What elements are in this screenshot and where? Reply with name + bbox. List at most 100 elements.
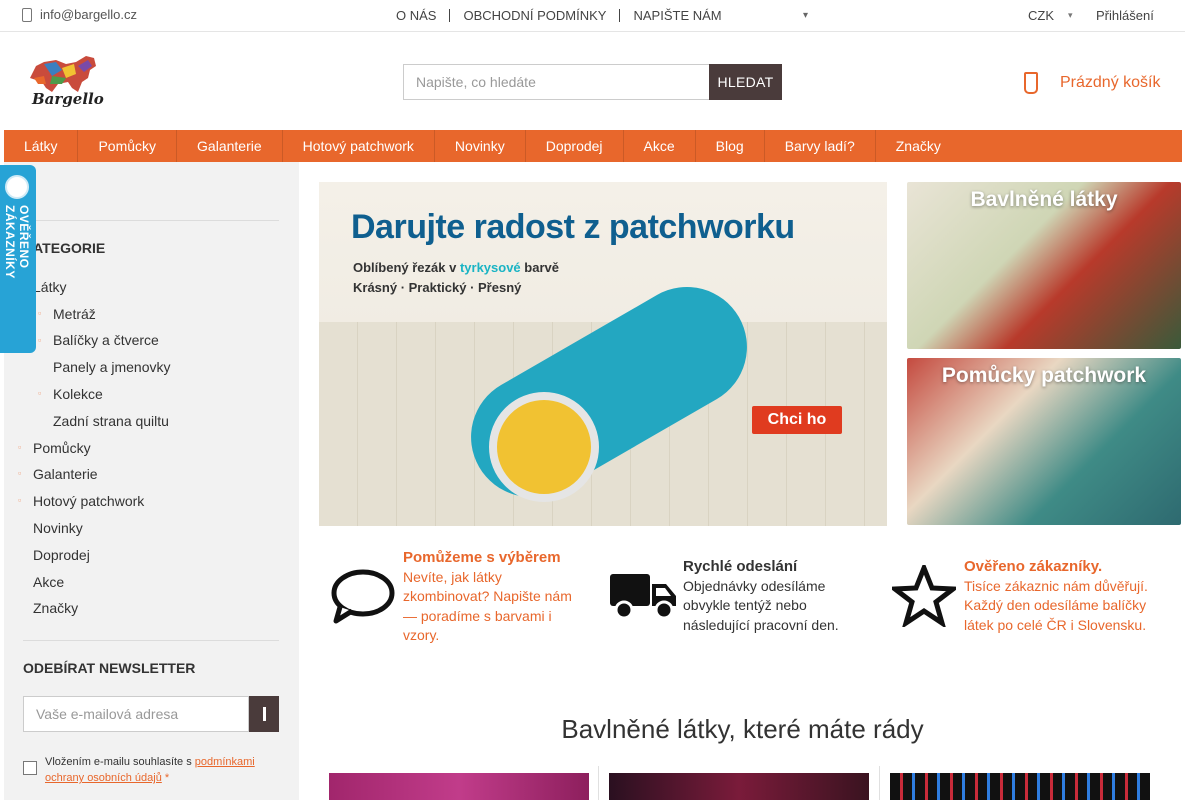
feature-title: Rychlé odeslání [683, 558, 798, 575]
category-label: Doprodej [33, 547, 90, 563]
bullet-icon: ▫ [18, 442, 22, 452]
hero-cta-button[interactable]: Chci ho [752, 406, 842, 434]
search-input[interactable] [403, 64, 709, 100]
newsletter-heading: ODEBÍRAT NEWSLETTER [23, 660, 196, 676]
category-item[interactable]: Pomůcky [33, 440, 91, 456]
main-nav: Látky Pomůcky Galanterie Hotový patchwor… [4, 130, 1182, 162]
contact-email[interactable]: info@bargello.cz [22, 7, 137, 22]
svg-text:Bargello: Bargello [31, 90, 104, 108]
hero-tagline: Krásný · Praktický · Přesný [353, 280, 522, 295]
newsletter-consent: Vložením e-mailu souhlasíte s podmínkami… [23, 754, 283, 786]
submit-icon [262, 707, 266, 721]
category-item[interactable]: Galanterie [33, 466, 98, 482]
nav-blog[interactable]: Blog [696, 130, 765, 162]
nav-fabrics[interactable]: Látky [4, 130, 79, 162]
feature-help: Pomůžeme s výběrem Nevíte, jak látky zko… [323, 548, 588, 646]
nav-sale[interactable]: Akce [624, 130, 696, 162]
category-label: Kolekce [53, 386, 103, 402]
nav-clearance[interactable]: Doprodej [526, 130, 624, 162]
category-item[interactable]: Látky [33, 279, 66, 295]
hero-subline: Oblíbený řezák v tyrkysové barvě [353, 260, 559, 275]
divider [23, 640, 279, 641]
more-chevron-icon[interactable]: ▾ [803, 10, 808, 21]
nav-haberdashery[interactable]: Galanterie [177, 130, 283, 162]
speech-bubble-icon [323, 548, 403, 646]
category-item[interactable]: Novinky [33, 520, 83, 536]
link-about[interactable]: O NÁS [383, 8, 449, 23]
hero-subline-prefix: Oblíbený řezák v [353, 260, 457, 275]
banner-label: Pomůcky patchwork [941, 364, 1147, 387]
login-link[interactable]: Přihlášení [1096, 8, 1154, 23]
hero-banner[interactable]: Darujte radost z patchworku Oblíbený řez… [319, 182, 887, 526]
category-label: Látky [33, 279, 67, 295]
category-label: Značky [33, 600, 79, 616]
divider [598, 766, 599, 800]
nav-ready-patchwork[interactable]: Hotový patchwork [283, 130, 435, 162]
site-logo[interactable]: Bargello [22, 48, 110, 112]
search-button[interactable]: HLEDAT [709, 64, 782, 100]
nav-tools[interactable]: Pomůcky [78, 130, 178, 162]
category-label: Metráž [53, 306, 96, 322]
feature-text: Objednávky odesíláme obvykle tentýž nebo… [683, 577, 839, 633]
nav-brands[interactable]: Značky [876, 130, 961, 162]
category-item[interactable]: Zadní strana quiltu [53, 413, 169, 429]
phone-icon [22, 7, 32, 22]
feature-shipping: Rychlé odeslání Objednávky odesíláme obv… [603, 557, 868, 635]
seal-icon [5, 175, 29, 199]
category-label: Galanterie [33, 466, 98, 482]
bullet-icon: ▫ [38, 335, 42, 345]
category-item[interactable]: Doprodej [33, 547, 90, 563]
badge-text: OVĚŘENO ZÁKAZNÍKY [3, 205, 31, 279]
bullet-icon: ▫ [18, 495, 22, 505]
category-item[interactable]: Panely a jmenovky [53, 359, 171, 375]
bullet-icon: ▫ [38, 388, 42, 398]
truck-icon [603, 557, 683, 635]
currency-selector[interactable]: CZK ▾ [1028, 8, 1073, 23]
cart[interactable]: Prázdný košík [1024, 72, 1160, 94]
feature-text: Tisíce zákaznic nám důvěřují. Každý den … [964, 577, 1148, 633]
banner-cotton-fabrics[interactable]: Bavlněné látky [907, 182, 1181, 349]
banner-label: Bavlněné látky [970, 188, 1118, 211]
email-text[interactable]: info@bargello.cz [40, 7, 137, 22]
hero-subline-highlight: tyrkysové [459, 260, 521, 275]
divider [23, 220, 279, 221]
sidebar: KATEGORIE Látky ▫ Metráž ▫ Balíčky a čtv… [4, 162, 299, 800]
nav-new[interactable]: Novinky [435, 130, 526, 162]
required-marker: * [164, 772, 170, 784]
cart-label: Prázdný košík [1060, 74, 1161, 91]
banner-patchwork-tools[interactable]: Pomůcky patchwork [907, 358, 1181, 525]
consent-text: Vložením e-mailu souhlasíte s [45, 756, 192, 768]
cart-icon [1024, 72, 1038, 94]
divider [879, 766, 880, 800]
link-terms[interactable]: OBCHODNÍ PODMÍNKY [450, 8, 619, 23]
product-image[interactable] [329, 773, 589, 800]
category-label: Novinky [33, 520, 83, 536]
category-item[interactable]: Metráž [53, 306, 96, 322]
product-image[interactable] [890, 773, 1150, 800]
category-item[interactable]: Kolekce [53, 386, 103, 402]
verified-customers-badge[interactable]: OVĚŘENO ZÁKAZNÍKY [0, 165, 36, 353]
feature-verified: Ověřeno zákazníky. Tisíce zákaznic nám d… [884, 557, 1149, 635]
category-item[interactable]: Značky [33, 600, 78, 616]
category-label: Akce [33, 574, 65, 590]
category-label: Hotový patchwork [33, 493, 145, 509]
category-item[interactable]: Akce [33, 574, 64, 590]
category-label: Zadní strana quiltu [53, 413, 169, 429]
category-item[interactable]: Hotový patchwork [33, 493, 144, 509]
link-contact[interactable]: NAPIŠTE NÁM [620, 8, 734, 23]
search-bar: HLEDAT [403, 64, 782, 100]
top-links: O NÁS OBCHODNÍ PODMÍNKY NAPIŠTE NÁM [383, 8, 735, 23]
hero-subline-suffix: barvě [524, 260, 559, 275]
top-bar: info@bargello.cz O NÁS OBCHODNÍ PODMÍNKY… [0, 0, 1185, 32]
feature-text: Nevíte, jak látky zkombinovat? Napište n… [403, 568, 572, 644]
consent-checkbox[interactable] [23, 761, 37, 775]
newsletter-email-input[interactable] [23, 696, 249, 732]
product-image[interactable] [609, 773, 869, 800]
newsletter-submit-button[interactable] [249, 696, 279, 732]
feature-title: Ověřeno zákazníky. [964, 558, 1103, 575]
section-title: Bavlněné látky, které máte rády [561, 714, 924, 744]
hero-headline: Darujte radost z patchworku [351, 208, 795, 246]
category-item[interactable]: Balíčky a čtverce [53, 332, 159, 348]
star-icon [884, 557, 964, 635]
nav-colors-match[interactable]: Barvy ladí? [765, 130, 876, 162]
